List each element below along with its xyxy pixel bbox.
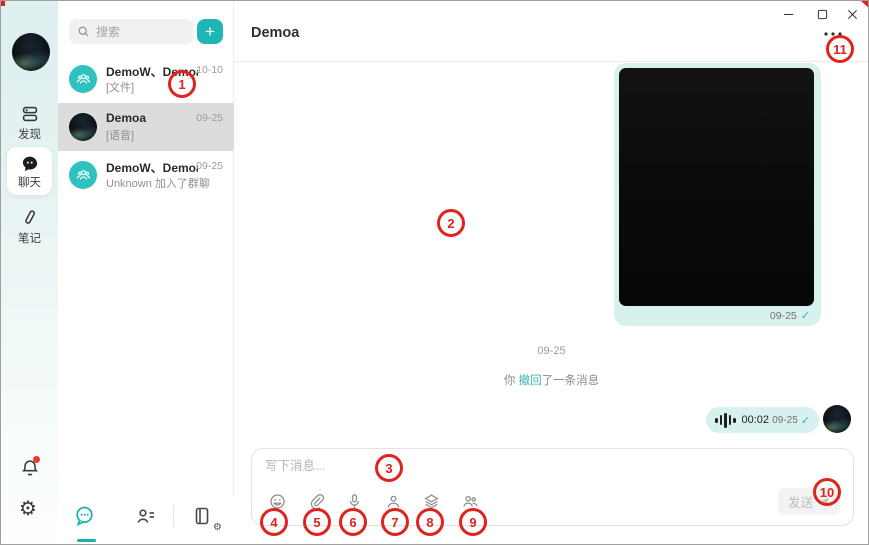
- message-composer: 发送: [251, 448, 854, 526]
- sidebar-item-label: 发现: [7, 126, 52, 147]
- notification-dot: [33, 456, 40, 463]
- chat-item-time: 10-10: [196, 64, 223, 76]
- notifications-bell-icon[interactable]: [19, 457, 41, 479]
- group-icon[interactable]: [457, 490, 483, 516]
- active-tab-indicator: [77, 539, 96, 542]
- chat-list-panel: + DemoW、Demoa [文件] 10-10 Demoa [语音] 09-2…: [58, 1, 234, 544]
- microphone-icon[interactable]: [341, 490, 367, 516]
- chat-bubble-icon: [7, 151, 52, 173]
- message-image[interactable]: [619, 68, 814, 306]
- app-window: 发现 聊天 笔记: [0, 0, 869, 545]
- contact-avatar: [69, 113, 97, 141]
- add-chat-button[interactable]: +: [197, 19, 223, 44]
- more-options-icon[interactable]: [820, 25, 846, 41]
- image-message-bubble[interactable]: 09-25 ✓: [614, 63, 821, 326]
- search-icon: [77, 25, 90, 38]
- sent-check-icon: ✓: [801, 309, 810, 322]
- send-button[interactable]: 发送: [778, 488, 840, 515]
- chat-item-time: 09-25: [196, 160, 223, 172]
- conversation-title: Demoa: [251, 25, 299, 41]
- chat-item-title: DemoW、Demoa: [106, 63, 198, 80]
- sidebar-item-label: 聊天: [7, 174, 52, 195]
- voice-duration: 00:02: [742, 414, 770, 426]
- contact-icon[interactable]: [380, 490, 406, 516]
- recall-notice: 你 撤回了一条消息: [234, 372, 869, 388]
- date-divider: 09-25: [234, 345, 869, 357]
- close-icon[interactable]: [841, 4, 863, 24]
- group-avatar-icon: [69, 65, 97, 93]
- waveform-icon: [715, 413, 736, 428]
- message-time: 09-25: [770, 310, 797, 322]
- sidebar-item-notes[interactable]: 笔记: [7, 203, 52, 251]
- chat-item-title: DemoW、Demoa...: [106, 159, 198, 176]
- settings-gear-icon[interactable]: ⚙: [19, 497, 41, 519]
- self-avatar[interactable]: [823, 405, 851, 433]
- tab-divider: [173, 506, 174, 526]
- chat-item-title: Demoa: [106, 111, 198, 125]
- send-arrow-icon: [818, 496, 830, 508]
- notes-pencil-icon: [7, 207, 52, 229]
- recall-link[interactable]: 撤回: [519, 375, 542, 387]
- voice-message-bubble[interactable]: 00:02 09-25 ✓: [706, 407, 819, 433]
- search-input[interactable]: [96, 25, 182, 39]
- chat-item-subtitle: [语音]: [106, 127, 230, 143]
- chat-list-item[interactable]: DemoW、Demoa [文件] 10-10: [58, 55, 234, 103]
- tab-chats[interactable]: [73, 504, 99, 530]
- panel-tab-bar: ⚙: [58, 496, 234, 544]
- mini-gear-icon: ⚙: [213, 523, 222, 533]
- discover-icon: [7, 103, 52, 125]
- maximize-icon[interactable]: [811, 4, 833, 24]
- group-avatar-icon: [69, 161, 97, 189]
- chat-item-subtitle: Unknown 加入了群聊: [106, 175, 230, 191]
- sent-check-icon: ✓: [801, 414, 810, 427]
- sidebar-item-label: 笔记: [7, 230, 52, 251]
- message-input[interactable]: [265, 459, 685, 473]
- minimize-icon[interactable]: [777, 4, 799, 24]
- conversation-header: Demoa: [234, 1, 869, 62]
- chat-list-item[interactable]: DemoW、Demoa... Unknown 加入了群聊 09-25: [58, 151, 234, 199]
- send-label: 发送: [788, 492, 813, 511]
- tab-contacts[interactable]: [134, 504, 160, 530]
- tab-workspace[interactable]: ⚙: [192, 504, 218, 530]
- user-avatar[interactable]: [12, 33, 50, 71]
- chat-list-item-selected[interactable]: Demoa [语音] 09-25: [58, 103, 234, 151]
- search-box[interactable]: [69, 19, 194, 44]
- layers-icon[interactable]: [418, 490, 444, 516]
- sidebar-item-chat[interactable]: 聊天: [7, 147, 52, 195]
- recall-suffix: 了一条消息: [542, 375, 600, 387]
- chat-item-subtitle: [文件]: [106, 79, 230, 95]
- nav-rail: 发现 聊天 笔记: [1, 1, 58, 544]
- emoji-icon[interactable]: [264, 490, 290, 516]
- sidebar-item-discover[interactable]: 发现: [7, 99, 52, 147]
- paperclip-icon[interactable]: [303, 490, 329, 516]
- conversation-area: Demoa 09-25 ✓ 09-25 你 撤回了一条消息: [234, 1, 869, 544]
- message-time: 09-25: [772, 415, 798, 426]
- chat-item-time: 09-25: [196, 112, 223, 124]
- recall-prefix: 你: [504, 375, 519, 387]
